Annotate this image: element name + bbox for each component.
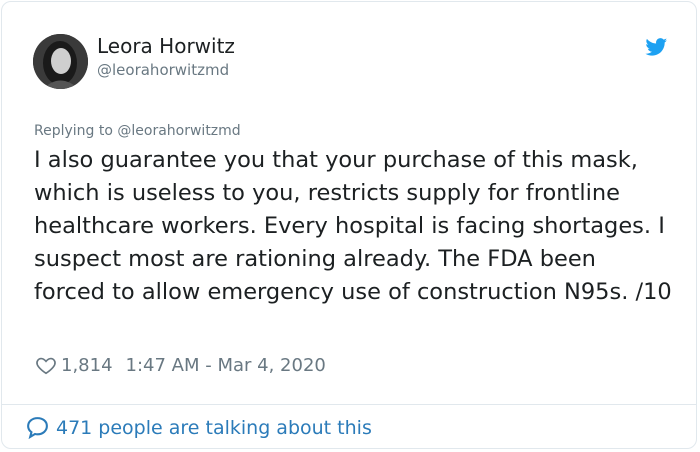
twitter-bird-icon[interactable] xyxy=(644,36,669,58)
talking-count[interactable]: 471 people are talking about this xyxy=(56,417,372,439)
avatar[interactable] xyxy=(33,34,88,89)
speech-bubble-icon xyxy=(27,417,48,440)
tweet-text: I also guarantee you that your purchase … xyxy=(34,147,672,305)
timestamp[interactable]: 1:47 AM - Mar 4, 2020 xyxy=(126,355,326,376)
replying-to[interactable]: Replying to @leorahorwitzmd xyxy=(34,123,241,139)
author-handle[interactable]: @leorahorwitzmd xyxy=(97,61,229,79)
divider xyxy=(2,404,696,405)
tweet-card: Leora Horwitz @leorahorwitzmd Replying t… xyxy=(1,1,697,449)
heart-icon[interactable] xyxy=(35,354,57,376)
like-count[interactable]: 1,814 xyxy=(61,355,113,376)
conversation-link[interactable]: 471 people are talking about this xyxy=(25,415,372,440)
author-name[interactable]: Leora Horwitz xyxy=(97,34,235,58)
tweet-meta: 1,814 1:47 AM - Mar 4, 2020 xyxy=(35,354,326,376)
